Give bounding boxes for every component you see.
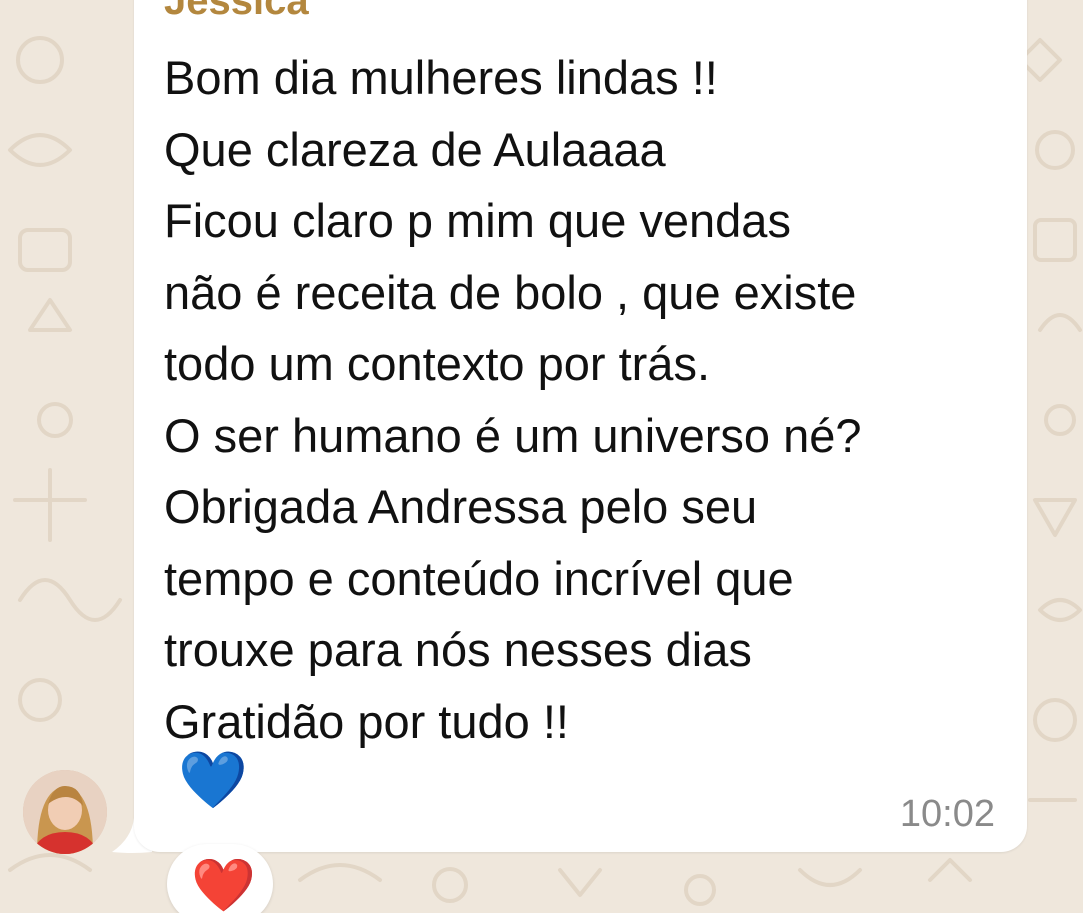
message-line: trouxe para nós nesses dias [164,623,752,676]
message-line: Gratidão por tudo !! [164,694,569,748]
avatar[interactable] [23,770,107,854]
red-heart-icon: ❤️ [191,857,256,913]
message-text: Bom dia mulheres lindas !! Que clareza d… [164,42,862,757]
message-line: Que clareza de Aulaaaa [164,122,666,176]
message-line: todo um contexto por trás. [164,337,711,390]
message-line: Ficou claro p mim que vendas [164,194,791,247]
message-bubble[interactable]: Jessica Bom dia mulheres lindas !! Que c… [134,0,1027,852]
message-line: O ser humano é um universo né? [164,408,862,462]
message-line: não é receita de bolo , que existe [164,265,857,319]
message-timestamp: 10:02 [899,793,995,835]
blue-heart-icon: 💙 [178,748,248,811]
message-line: tempo e conteúdo incrível que [164,551,794,605]
reaction-pill[interactable]: ❤️ [167,844,273,913]
sender-name[interactable]: Jessica [164,0,309,24]
message-line: Obrigada Andressa pelo seu [164,480,758,533]
user-avatar-photo [23,770,107,854]
message-line: Bom dia mulheres lindas !! [164,51,718,104]
